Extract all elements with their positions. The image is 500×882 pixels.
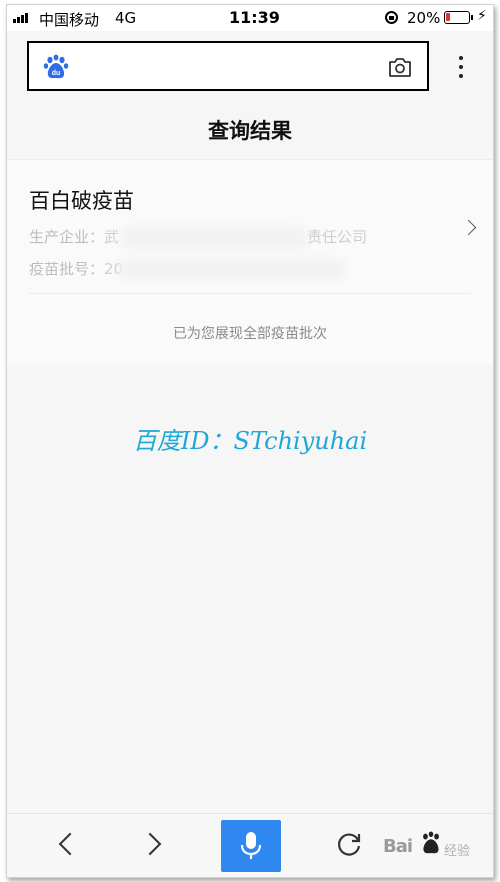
camera-icon[interactable] bbox=[387, 55, 413, 79]
batch-label: 疫苗批号： bbox=[29, 260, 105, 278]
vaccine-result-item[interactable]: 百白破疫苗 生产企业：武 责任公司 疫苗批号：20 bbox=[7, 170, 493, 290]
battery-tip bbox=[471, 15, 473, 20]
chevron-right-icon bbox=[138, 832, 162, 856]
signal-icon bbox=[13, 13, 28, 23]
baidu-paw-icon bbox=[423, 831, 439, 854]
search-bar[interactable]: du bbox=[27, 41, 429, 91]
maker-suffix: 责任公司 bbox=[307, 228, 368, 246]
refresh-button[interactable] bbox=[329, 822, 369, 866]
phone-screen: 中国移动 4G 11:39 20% ⚡ du 查询结果 百白破疫苗 生产企业：武 bbox=[6, 4, 494, 878]
maker-row: 生产企业：武 bbox=[29, 226, 119, 247]
footer-logo-text: Bai bbox=[383, 836, 413, 857]
voice-search-button[interactable] bbox=[221, 820, 281, 872]
page-title: 查询结果 bbox=[208, 119, 292, 143]
item-divider bbox=[29, 293, 471, 294]
microphone-icon bbox=[240, 832, 262, 859]
more-vertical-icon[interactable] bbox=[453, 56, 469, 80]
maker-prefix: 武 bbox=[104, 228, 120, 246]
baidu-paw-icon: du bbox=[43, 54, 69, 79]
charging-icon: ⚡ bbox=[477, 8, 487, 24]
back-button[interactable] bbox=[47, 822, 87, 866]
batch-row: 疫苗批号：20 bbox=[29, 258, 123, 279]
footer-logo-suffix: 经验 bbox=[444, 844, 471, 859]
bottom-toolbar: Bai 经验 bbox=[7, 813, 493, 877]
chevron-left-icon bbox=[58, 832, 82, 856]
maker-suffix-row: 责任公司 bbox=[307, 226, 367, 247]
forward-button[interactable] bbox=[133, 822, 173, 866]
vaccine-name: 百白破疫苗 bbox=[29, 189, 134, 213]
clock: 11:39 bbox=[229, 8, 280, 27]
refresh-icon bbox=[338, 833, 361, 856]
redaction-blur bbox=[122, 227, 307, 249]
svg-text:du: du bbox=[52, 70, 61, 77]
battery-percent: 20% bbox=[407, 9, 441, 27]
maker-label: 生产企业： bbox=[29, 228, 105, 246]
watermark-text: 百度ID：STchiyuhai bbox=[132, 427, 368, 455]
battery-icon bbox=[444, 11, 470, 24]
chevron-right-icon bbox=[460, 219, 477, 236]
carrier-name: 中国移动 bbox=[39, 11, 100, 29]
redaction-blur bbox=[119, 259, 344, 279]
network-type: 4G bbox=[115, 9, 137, 27]
status-bar: 中国移动 4G 11:39 20% ⚡ bbox=[7, 5, 493, 31]
orientation-lock-icon bbox=[385, 11, 398, 24]
all-shown-note: 已为您展现全部疫苗批次 bbox=[173, 326, 327, 342]
